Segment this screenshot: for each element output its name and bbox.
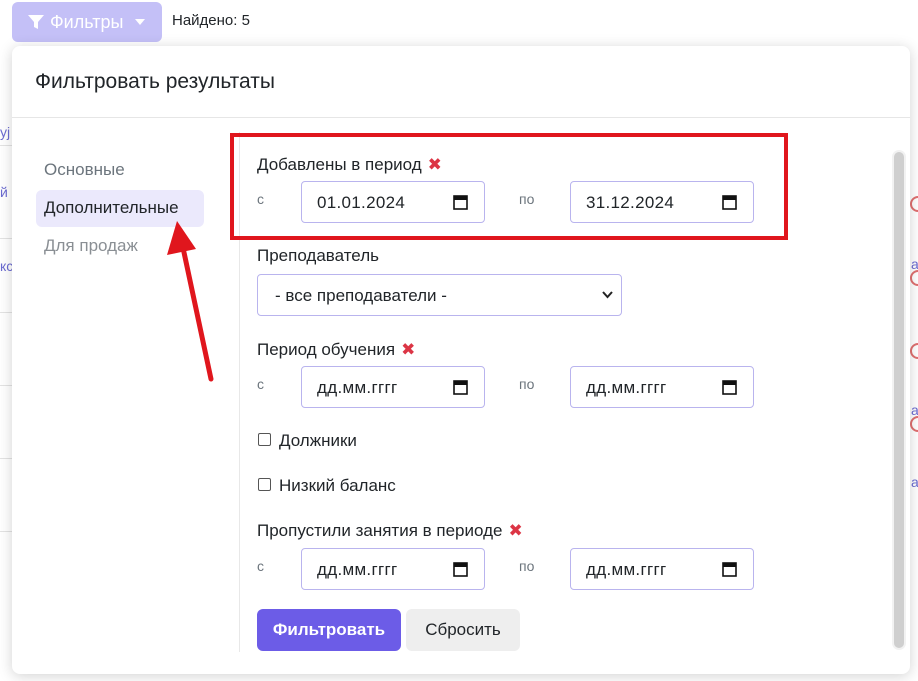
background-status-icon xyxy=(910,196,918,212)
panel-title: Фильтровать результаты xyxy=(35,70,275,93)
background-divider xyxy=(0,312,12,313)
missed-to-label: по xyxy=(519,558,535,574)
clear-missed-period-icon[interactable]: ✖ xyxy=(508,521,522,540)
nav-item-basic[interactable]: Основные xyxy=(36,152,204,189)
background-status-icon xyxy=(910,416,918,432)
background-divider xyxy=(0,531,12,532)
teacher-selected-value: - все преподаватели - xyxy=(275,286,447,305)
missed-to-date-input[interactable]: дд.мм.гггг xyxy=(570,548,754,590)
filters-button-label: Фильтры xyxy=(50,11,124,32)
calendar-icon[interactable] xyxy=(722,561,737,577)
missed-from-date-input[interactable]: дд.мм.гггг xyxy=(301,548,485,590)
missed-to-placeholder: дд.мм.гггг xyxy=(586,560,667,579)
study-from-label: с xyxy=(257,376,264,392)
calendar-icon[interactable] xyxy=(722,379,737,395)
background-divider xyxy=(0,385,12,386)
background-status-icon xyxy=(910,343,918,359)
background-divider xyxy=(0,458,12,459)
background-fragment: уј xyxy=(0,124,11,140)
debtors-label[interactable]: Должники xyxy=(279,431,357,451)
study-from-placeholder: дд.мм.гггг xyxy=(317,378,398,397)
study-to-date-input[interactable]: дд.мм.гггг xyxy=(570,366,754,408)
background-fragment: а xyxy=(911,474,918,490)
reset-button[interactable]: Сбросить xyxy=(406,609,520,651)
missed-period-label: Пропустили занятия в периоде ✖ xyxy=(257,521,523,540)
study-from-date-input[interactable]: дд.мм.гггг xyxy=(301,366,485,408)
background-fragment: й xyxy=(0,184,8,200)
background-divider xyxy=(0,145,12,146)
low-balance-checkbox[interactable] xyxy=(258,478,271,491)
funnel-icon xyxy=(28,15,44,29)
calendar-icon[interactable] xyxy=(453,379,468,395)
filters-button[interactable]: Фильтры xyxy=(12,2,162,42)
missed-from-placeholder: дд.мм.гггг xyxy=(317,560,398,579)
panel-scrollbar[interactable] xyxy=(892,150,906,650)
missed-from-label: с xyxy=(257,558,264,574)
study-period-label: Период обучения ✖ xyxy=(257,340,416,359)
found-count: Найдено: 5 xyxy=(172,12,250,29)
chevron-down-icon xyxy=(602,291,613,299)
caret-down-icon xyxy=(135,19,146,25)
debtors-checkbox[interactable] xyxy=(258,433,271,446)
annotation-arrow-icon xyxy=(167,221,214,382)
clear-study-period-icon[interactable]: ✖ xyxy=(401,340,415,359)
background-status-icon xyxy=(910,270,918,286)
study-to-label: по xyxy=(519,376,535,392)
highlight-box xyxy=(230,133,788,240)
low-balance-label[interactable]: Низкий баланс xyxy=(279,476,396,496)
teacher-label: Преподаватель xyxy=(257,246,379,265)
background-divider xyxy=(0,238,12,239)
filter-button[interactable]: Фильтровать xyxy=(257,609,401,651)
panel-header: Фильтровать результаты xyxy=(12,46,910,118)
teacher-select[interactable]: - все преподаватели - xyxy=(257,274,622,316)
study-to-placeholder: дд.мм.гггг xyxy=(586,378,667,397)
calendar-icon[interactable] xyxy=(453,561,468,577)
scrollbar-thumb[interactable] xyxy=(894,152,904,648)
